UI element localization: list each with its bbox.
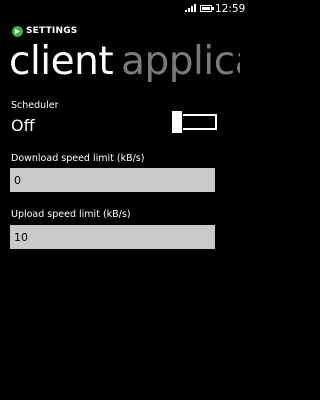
app-logo-icon	[12, 25, 23, 37]
clock: 12:59	[215, 3, 246, 15]
download-limit-input[interactable]	[10, 168, 215, 192]
app-title: SETTINGS	[26, 26, 78, 36]
battery-icon	[200, 5, 214, 12]
upload-limit-input[interactable]	[10, 225, 215, 249]
download-limit-label: Download speed limit (kB/s)	[11, 153, 145, 164]
signal-icon	[185, 4, 196, 12]
upload-limit-label: Upload speed limit (kB/s)	[11, 209, 131, 220]
pivot-header: clientapplication	[9, 36, 240, 88]
status-bar: 12:59	[0, 0, 245, 18]
scheduler-state: Off	[11, 116, 35, 135]
toggle-thumb[interactable]	[171, 110, 183, 134]
scheduler-toggle[interactable]	[171, 110, 217, 134]
pivot-item-application[interactable]: application	[121, 36, 240, 88]
toggle-track	[177, 114, 217, 130]
pivot-item-client[interactable]: client	[9, 36, 114, 88]
scheduler-label: Scheduler	[11, 100, 59, 111]
